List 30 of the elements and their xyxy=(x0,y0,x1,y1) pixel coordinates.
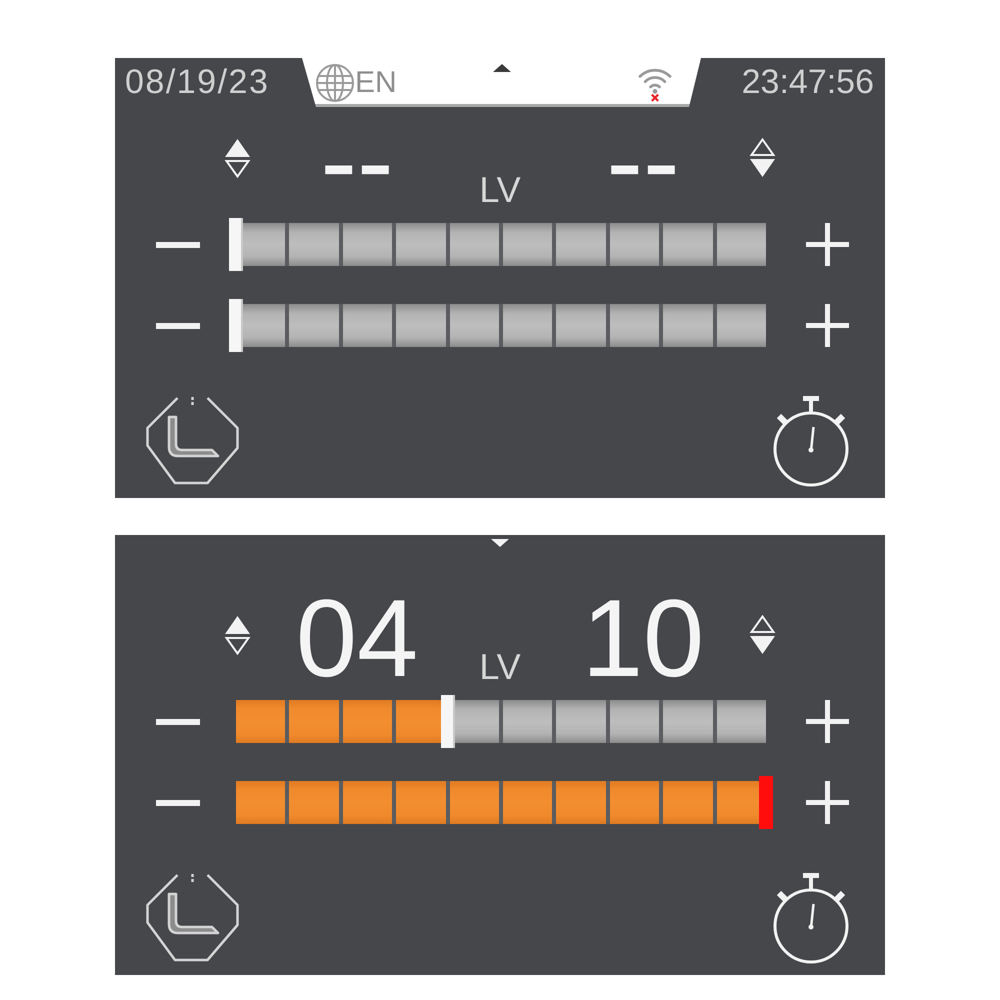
down-caret-icon[interactable] xyxy=(491,539,509,547)
reclining-seat-icon[interactable] xyxy=(145,395,240,486)
up-down-triangles-icon xyxy=(749,615,776,655)
slider-thumb[interactable] xyxy=(759,776,773,829)
level-reading: 10 xyxy=(582,584,704,694)
date-label: 08/19/23 xyxy=(124,62,270,103)
plus-icon[interactable] xyxy=(806,304,849,347)
up-down-triangles-icon xyxy=(749,138,776,178)
slider-thumb[interactable] xyxy=(229,218,243,271)
minus-icon[interactable] xyxy=(156,322,200,328)
unit-label: LV xyxy=(479,172,521,208)
time-label: 23:47:56 xyxy=(742,62,875,103)
level-reading: 04 xyxy=(296,584,418,694)
language-label[interactable]: EN xyxy=(355,66,397,100)
minus-icon[interactable] xyxy=(156,800,200,806)
minus-icon[interactable] xyxy=(156,718,200,724)
minus-icon[interactable] xyxy=(156,242,200,248)
plus-icon[interactable] xyxy=(806,223,849,266)
level-reading: -- xyxy=(606,107,680,217)
slider-thumb[interactable] xyxy=(441,695,455,748)
up-down-triangles-icon xyxy=(224,138,251,178)
up-caret-icon[interactable] xyxy=(492,64,510,72)
globe-icon[interactable] xyxy=(315,62,355,102)
level-reading: -- xyxy=(320,107,394,217)
plus-icon[interactable] xyxy=(806,700,849,743)
slider-thumb[interactable] xyxy=(229,299,243,352)
unit-label: LV xyxy=(479,649,521,685)
up-down-triangles-icon xyxy=(224,615,251,655)
plus-icon[interactable] xyxy=(806,781,849,824)
reclining-seat-icon[interactable] xyxy=(145,872,240,963)
